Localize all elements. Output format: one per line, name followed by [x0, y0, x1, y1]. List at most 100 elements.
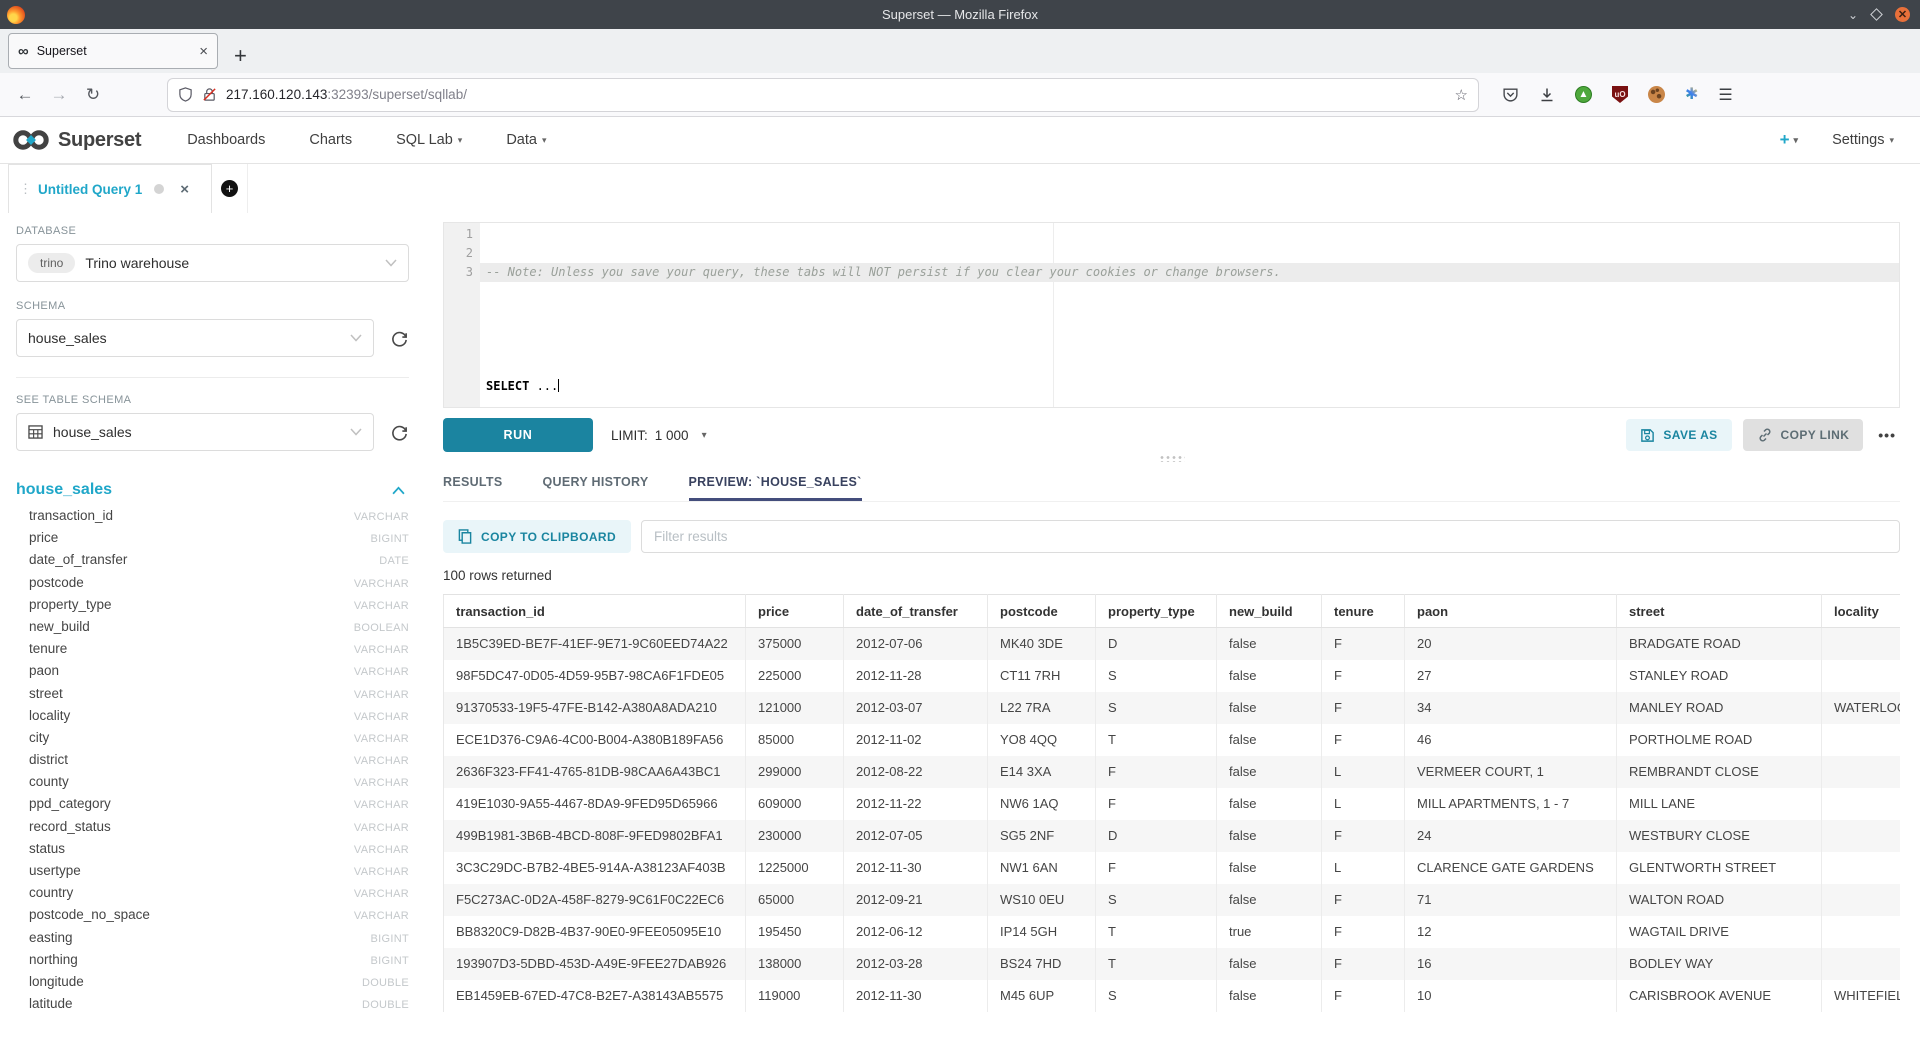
superset-brand[interactable]: Superset — [12, 128, 141, 152]
column-header[interactable]: new_build — [1217, 595, 1322, 628]
container-asterisk-icon[interactable]: ✱ — [1685, 87, 1698, 103]
nav-item-dashboards[interactable]: Dashboards — [187, 132, 265, 148]
schema-column-row[interactable]: latitudeDOUBLE — [16, 996, 409, 1018]
schema-column-row[interactable]: eastingBIGINT — [16, 930, 409, 952]
column-header[interactable]: property_type — [1096, 595, 1217, 628]
superset-navbar: Superset Dashboards Charts SQL Lab▾ Data… — [0, 117, 1920, 164]
table-cell: 2012-11-02 — [844, 724, 988, 756]
table-cell: F — [1322, 948, 1405, 980]
table-cell: false — [1217, 692, 1322, 724]
schema-column-row[interactable]: transaction_idVARCHAR — [16, 508, 409, 530]
table-cell: VERMEER COURT, 1 — [1405, 756, 1617, 788]
save-as-button[interactable]: SAVE AS — [1626, 419, 1731, 451]
cookie-extension-icon[interactable] — [1648, 86, 1665, 103]
schema-column-row[interactable]: postcode_no_spaceVARCHAR — [16, 907, 409, 929]
query-tab-close-icon[interactable]: × — [180, 181, 189, 198]
column-header[interactable]: price — [746, 595, 844, 628]
reload-button[interactable]: ↻ — [76, 85, 110, 105]
schema-column-row[interactable]: date_of_transferDATE — [16, 552, 409, 574]
table-cell: 119000 — [746, 980, 844, 1012]
downloads-icon[interactable] — [1539, 87, 1555, 103]
refresh-table-icon[interactable] — [390, 423, 409, 442]
copy-link-button[interactable]: COPY LINK — [1743, 419, 1864, 451]
database-value: Trino warehouse — [85, 255, 375, 271]
schema-column-row[interactable]: record_statusVARCHAR — [16, 819, 409, 841]
browser-tab[interactable]: ∞ Superset × — [8, 33, 218, 69]
sql-editor[interactable]: 1 2 3 -- Note: Unless you save your quer… — [443, 222, 1900, 408]
tab-close-icon[interactable]: × — [199, 43, 208, 60]
table-cell: MILL LANE — [1617, 788, 1822, 820]
forward-button[interactable]: → — [42, 85, 76, 105]
results-table-wrapper[interactable]: transaction_idpricedate_of_transferpostc… — [443, 594, 1900, 1042]
table-cell: F — [1096, 756, 1217, 788]
add-new-button[interactable]: +▾ — [1780, 130, 1798, 150]
schema-column-row[interactable]: districtVARCHAR — [16, 752, 409, 774]
add-query-tab-button[interactable]: + — [212, 164, 248, 213]
nav-item-data[interactable]: Data▾ — [506, 132, 546, 148]
menu-icon[interactable]: ☰ — [1718, 85, 1732, 105]
schema-select[interactable]: house_sales — [16, 319, 374, 357]
sql-text: ... — [529, 379, 558, 393]
database-select[interactable]: trino Trino warehouse — [16, 244, 409, 282]
url-text[interactable]: 217.160.120.143:32393/superset/sqllab/ — [226, 87, 1446, 102]
schema-column-row[interactable]: priceBIGINT — [16, 530, 409, 552]
tab-preview-house-sales[interactable]: PREVIEW: `HOUSE_SALES` — [689, 475, 862, 501]
column-header[interactable]: transaction_id — [444, 595, 746, 628]
table-cell: CT11 7RH — [988, 660, 1096, 692]
schema-column-row[interactable]: cityVARCHAR — [16, 730, 409, 752]
schema-column-row[interactable]: localityVARCHAR — [16, 708, 409, 730]
minimize-button[interactable]: ⌄ — [1848, 9, 1858, 21]
more-options-button[interactable]: ••• — [1874, 427, 1900, 443]
pocket-icon[interactable] — [1502, 86, 1519, 103]
table-name[interactable]: house_sales — [16, 481, 112, 499]
drag-handle-icon[interactable]: ⋮ — [19, 181, 30, 197]
schema-column-row[interactable]: countyVARCHAR — [16, 774, 409, 796]
insecure-lock-icon[interactable] — [202, 87, 217, 102]
schema-column-row[interactable]: postcodeVARCHAR — [16, 575, 409, 597]
settings-menu[interactable]: Settings▾ — [1832, 132, 1894, 148]
tab-query-history[interactable]: QUERY HISTORY — [543, 475, 649, 501]
column-header[interactable]: date_of_transfer — [844, 595, 988, 628]
table-select[interactable]: house_sales — [16, 413, 374, 451]
column-header[interactable]: street — [1617, 595, 1822, 628]
privacy-badger-icon[interactable]: ▲ — [1575, 86, 1592, 103]
shield-icon[interactable] — [178, 87, 193, 102]
schema-column-row[interactable]: property_typeVARCHAR — [16, 597, 409, 619]
pane-resize-handle[interactable] — [443, 452, 1900, 464]
maximize-button[interactable] — [1870, 8, 1883, 21]
table-cell: STANLEY ROAD — [1617, 660, 1822, 692]
copy-to-clipboard-button[interactable]: COPY TO CLIPBOARD — [443, 520, 631, 553]
schema-column-row[interactable]: longitudeDOUBLE — [16, 974, 409, 996]
url-bar[interactable]: 217.160.120.143:32393/superset/sqllab/ ☆ — [168, 79, 1478, 111]
bookmark-star-icon[interactable]: ☆ — [1455, 86, 1468, 104]
schema-column-row[interactable]: countryVARCHAR — [16, 885, 409, 907]
column-header[interactable]: locality — [1822, 595, 1901, 628]
query-tab[interactable]: ⋮ Untitled Query 1 × — [8, 164, 212, 213]
column-name: district — [29, 752, 68, 767]
nav-item-charts[interactable]: Charts — [309, 132, 352, 148]
schema-column-row[interactable]: paonVARCHAR — [16, 663, 409, 685]
schema-column-row[interactable]: new_buildBOOLEAN — [16, 619, 409, 641]
column-type: BIGINT — [371, 955, 409, 967]
column-header[interactable]: tenure — [1322, 595, 1405, 628]
nav-item-sql-lab[interactable]: SQL Lab▾ — [396, 132, 462, 148]
filter-results-input[interactable] — [641, 520, 1900, 553]
back-button[interactable]: ← — [8, 85, 42, 105]
schema-column-row[interactable]: streetVARCHAR — [16, 686, 409, 708]
schema-column-row[interactable]: usertypeVARCHAR — [16, 863, 409, 885]
close-button[interactable]: ✕ — [1895, 7, 1910, 22]
schema-column-row[interactable]: statusVARCHAR — [16, 841, 409, 863]
ublock-icon[interactable]: uO — [1612, 86, 1628, 103]
limit-dropdown[interactable]: LIMIT: 1 000 ▾ — [611, 428, 707, 443]
schema-column-row[interactable]: tenureVARCHAR — [16, 641, 409, 663]
schema-column-row[interactable]: northingBIGINT — [16, 952, 409, 974]
refresh-schema-icon[interactable] — [390, 329, 409, 348]
chevron-down-icon — [350, 428, 362, 436]
run-button[interactable]: RUN — [443, 418, 593, 452]
column-header[interactable]: postcode — [988, 595, 1096, 628]
new-tab-button[interactable]: + — [234, 45, 247, 73]
tab-results[interactable]: RESULTS — [443, 475, 503, 501]
collapse-chevron-icon[interactable] — [392, 486, 405, 495]
column-header[interactable]: paon — [1405, 595, 1617, 628]
schema-column-row[interactable]: ppd_categoryVARCHAR — [16, 796, 409, 818]
